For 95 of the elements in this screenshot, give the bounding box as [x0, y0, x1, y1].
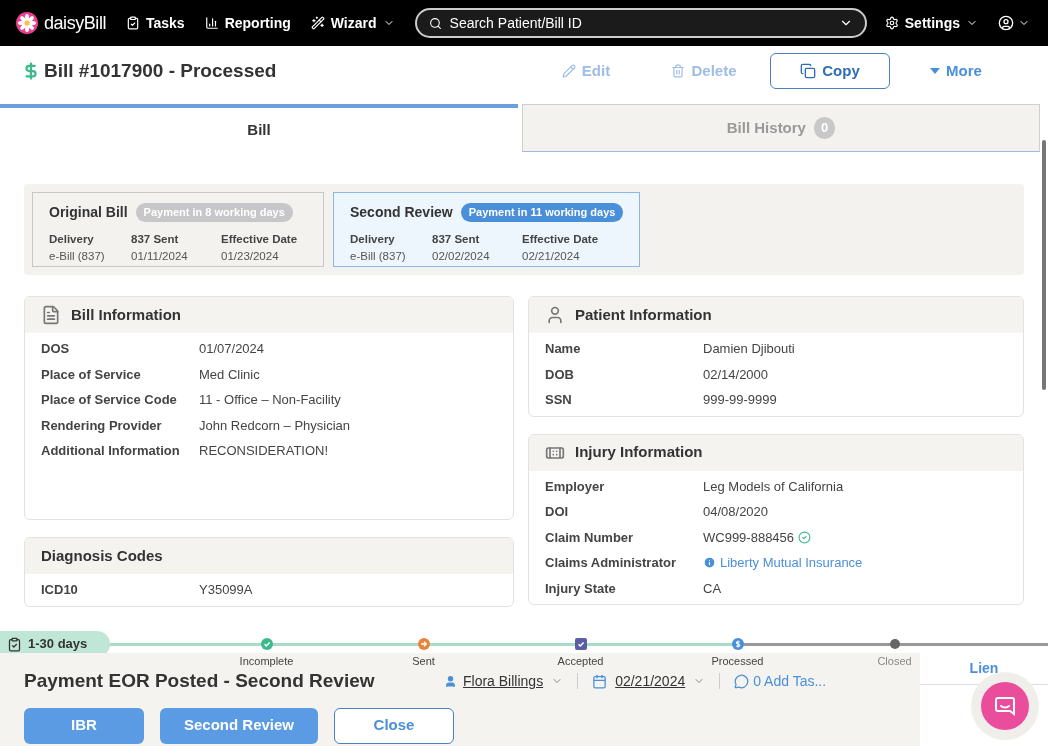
field-label: DOS: [41, 340, 71, 358]
field-value: John Redcorn – Physician: [199, 416, 351, 435]
field-label: Place of Service: [41, 365, 142, 384]
field-label: Place of Service Code: [41, 391, 178, 409]
chat-button[interactable]: [981, 682, 1029, 730]
field-label: Rendering Provider: [41, 416, 163, 435]
field-value: Med Clinic: [199, 365, 260, 384]
user-menu-button[interactable]: [998, 15, 1030, 31]
info-icon: [703, 556, 716, 570]
field-value: 01/07/2024: [199, 340, 265, 358]
step-label: Closed: [877, 654, 912, 669]
chat-icon: [994, 695, 1016, 717]
dollar-icon: [22, 61, 40, 81]
search-input[interactable]: Search Patient/Bill ID: [449, 12, 831, 34]
field-value: CA: [703, 579, 722, 598]
field-label: DOB: [545, 365, 575, 384]
nav-link[interactable]: Wizard: [310, 12, 395, 34]
step-label: Accepted: [557, 654, 604, 669]
workflow-button[interactable]: IBR: [24, 707, 144, 744]
field-label: Delivery: [350, 232, 396, 247]
review-card[interactable]: Second Review Payment in 11 working days Delivery e-Bill (837) 837 Sent 02/02/2024 Effective Date 02/21/2024: [333, 192, 641, 267]
card-title: Bill Information: [71, 304, 181, 325]
field-value: 02/21/2024: [522, 249, 581, 265]
assignee-dropdown[interactable]: Flora Billings: [463, 670, 564, 692]
field-label: Employer: [545, 477, 606, 496]
nav-link[interactable]: Tasks: [126, 12, 185, 34]
clipboard-icon: [7, 636, 22, 652]
person-icon: [545, 304, 565, 326]
field-label: 837 Sent: [131, 232, 180, 247]
field-value: 02/14/2000: [703, 365, 769, 384]
age-label: 1-30 days: [28, 635, 88, 654]
wand-icon: [310, 16, 325, 30]
workflow-button[interactable]: Close: [334, 707, 454, 744]
copy-button[interactable]: Copy: [770, 53, 890, 89]
field-label: Effective Date: [221, 232, 299, 247]
bar-chart-icon: [204, 16, 219, 30]
field-value: 01/11/2024: [131, 249, 189, 265]
field-label: Additional Information: [41, 442, 181, 460]
user-icon: [998, 15, 1014, 31]
add-task-link[interactable]: 0 Add Tas...: [734, 670, 827, 692]
field-value: Damien Djibouti: [703, 340, 795, 358]
step-label: Processed: [711, 654, 764, 669]
field-label: 837 Sent: [432, 232, 481, 247]
calendar-icon: [592, 673, 608, 689]
review-card[interactable]: Original Bill Payment in 8 working days Delivery e-Bill (837) 837 Sent 01/11/2024 Effective Date 01/23/2024: [32, 192, 324, 267]
check-circle-icon: [798, 530, 812, 544]
field-value: RECONSIDERATION!: [199, 442, 329, 460]
workflow-title: Payment EOR Posted - Second Review: [24, 669, 376, 693]
trash-icon: [671, 64, 686, 78]
field-label: SSN: [545, 391, 573, 409]
field-value: 04/08/2020: [703, 503, 769, 521]
field-label: Name: [545, 340, 582, 358]
field-value: WC999-888456: [703, 528, 795, 547]
step-label: Incomplete: [239, 654, 294, 669]
workflow-button[interactable]: Second Review: [160, 707, 318, 744]
daisy-logo-icon: [16, 12, 38, 34]
field-label: Effective Date: [522, 232, 600, 247]
payment-badge: Payment in 11 working days: [460, 203, 624, 222]
field-label: DOI: [545, 503, 570, 521]
date-dropdown[interactable]: 02/21/2024: [615, 670, 706, 692]
person-icon: [444, 674, 457, 688]
page-title: Bill #1017900 - Processed: [44, 58, 277, 83]
comment-icon: [734, 673, 750, 689]
caret-icon: [930, 68, 941, 74]
field-value: e-Bill (837): [49, 249, 106, 265]
field-value: 01/23/2024: [221, 249, 280, 265]
field-value: Y35099A: [199, 581, 253, 599]
field-label: Injury State: [545, 579, 617, 598]
administrator-link[interactable]: Liberty Mutual Insurance: [720, 553, 863, 573]
copy-icon: [800, 63, 817, 79]
step-label: Sent: [412, 654, 435, 669]
settings-icon: [884, 16, 899, 30]
field-label: ICD10: [41, 581, 79, 599]
search-icon: [428, 16, 442, 30]
settings-menu[interactable]: Settings: [884, 12, 978, 34]
field-label: Claims Administrator: [545, 554, 677, 572]
review-title: Second Review: [350, 203, 453, 222]
field-label: Delivery: [49, 232, 95, 247]
more-button[interactable]: More: [904, 53, 1008, 89]
field-value: e-Bill (837): [350, 249, 407, 265]
review-title: Original Bill: [49, 203, 128, 222]
search-field[interactable]: Search Patient/Bill ID: [414, 8, 867, 38]
nav-link[interactable]: Reporting: [204, 12, 291, 34]
payment-badge: Payment in 8 working days: [135, 203, 293, 222]
clipboard-icon: [126, 16, 140, 30]
field-label: Claim Number: [545, 528, 635, 547]
field-value: 11 - Office – Non-Facility: [199, 391, 341, 409]
pencil-icon: [561, 64, 576, 78]
card-title: Injury Information: [575, 442, 703, 463]
field-value: 999-99-9999: [703, 391, 777, 409]
field-value: Leg Models of California: [703, 477, 844, 496]
card-title: Diagnosis Codes: [41, 545, 163, 566]
card-title: Patient Information: [575, 304, 712, 325]
logo-text[interactable]: daisyBill: [44, 9, 106, 37]
field-value: 02/02/2024: [432, 249, 491, 265]
